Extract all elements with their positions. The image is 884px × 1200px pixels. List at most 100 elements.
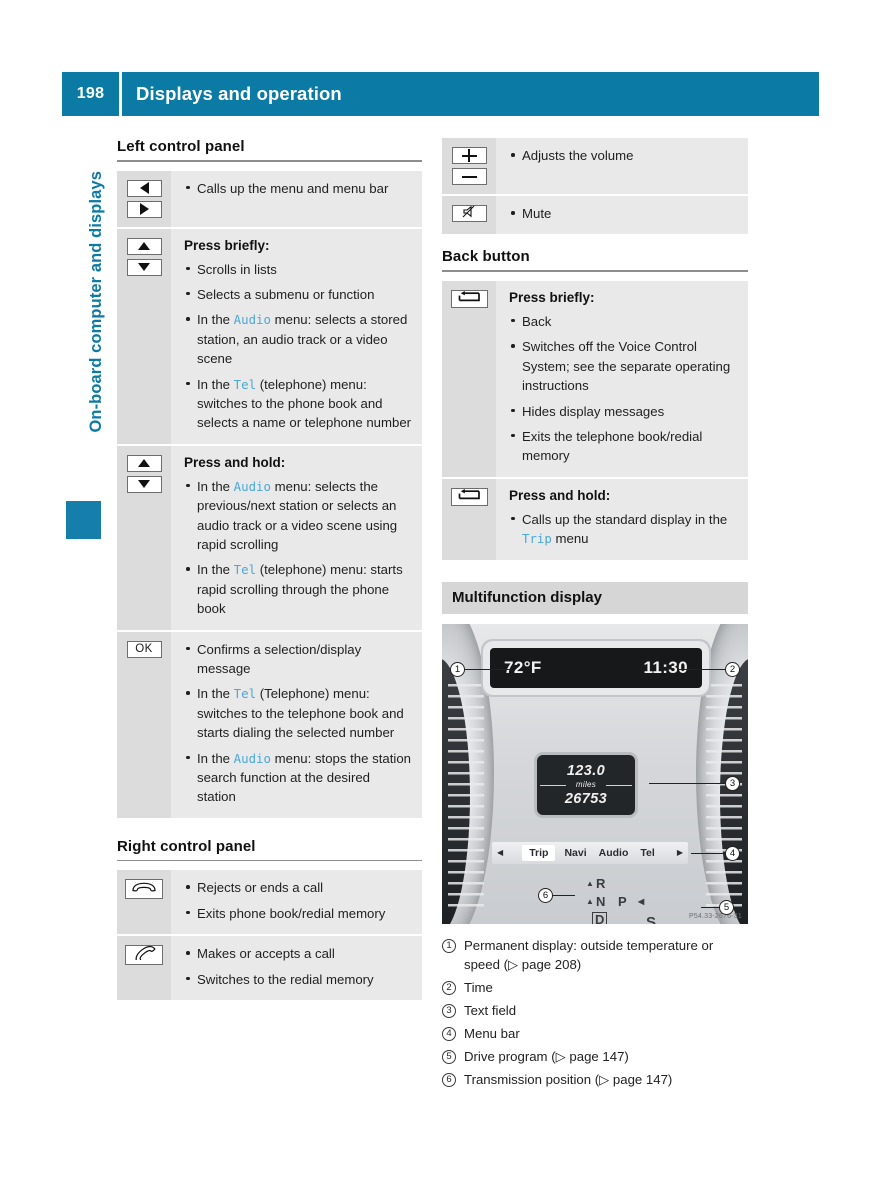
row-title: Press briefly: bbox=[184, 237, 270, 253]
callout-4-leader bbox=[691, 852, 725, 854]
section-rule bbox=[117, 859, 422, 862]
bullet-item: Exits phone book/redial memory bbox=[184, 904, 412, 923]
plus-icon bbox=[461, 149, 477, 162]
left-dial-ticks bbox=[448, 683, 484, 908]
description-cell: Rejects or ends a call Exits phone book/r… bbox=[171, 870, 422, 934]
bullet-item: Scrolls in lists bbox=[184, 260, 412, 279]
bullet-item: Exits the telephone book/redial memory bbox=[509, 427, 738, 466]
legend-text: Transmission position (▷ page 147) bbox=[464, 1072, 673, 1088]
description-cell: Press briefly: Back Switches off the Voice… bbox=[496, 281, 748, 477]
menu-name-token: Audio bbox=[233, 312, 271, 328]
page-header: 198 Displays and operation bbox=[62, 72, 819, 116]
right-column: Adjusts the volume Mute Back button Press… bbox=[442, 138, 748, 1094]
legend-item: 1 Permanent display: outside temperature … bbox=[442, 936, 748, 974]
spec-row: Calls up the menu and menu bar bbox=[117, 170, 422, 227]
legend-number: 1 bbox=[442, 938, 456, 953]
spec-row: Press briefly: Back Switches off the Voice… bbox=[442, 280, 748, 477]
key-arrow-left[interactable] bbox=[126, 179, 162, 197]
key-back[interactable] bbox=[450, 289, 488, 308]
spec-row: OK Confirms a selection/display message In… bbox=[117, 629, 422, 818]
key-end-call[interactable] bbox=[125, 879, 163, 900]
menu-bar-right-arrow-icon[interactable]: ▶ bbox=[677, 848, 683, 857]
back-arrow-icon bbox=[457, 290, 481, 308]
bullet-list: Back Switches off the Voice Control Syste… bbox=[509, 312, 738, 466]
legend-text: Time bbox=[464, 979, 493, 995]
key-back[interactable] bbox=[450, 487, 488, 506]
key-ok[interactable]: OK bbox=[126, 640, 162, 658]
triangle-right-icon bbox=[139, 203, 149, 215]
gear-caret-n-icon: ▲ bbox=[586, 896, 594, 906]
menu-name-token: Tel bbox=[233, 562, 257, 578]
key-volume-down[interactable] bbox=[451, 168, 487, 185]
key-arrow-up[interactable] bbox=[126, 237, 162, 255]
cluster-menu-item-trip[interactable]: Trip bbox=[522, 844, 556, 861]
key-cell: OK bbox=[117, 631, 171, 818]
volume-controls-table: Adjusts the volume Mute bbox=[442, 138, 748, 235]
cluster-menu-bar[interactable]: ◀ Trip Navi Audio Tel ▶ bbox=[492, 841, 688, 864]
legend-number: 3 bbox=[442, 1003, 456, 1018]
key-arrow-up[interactable] bbox=[126, 454, 162, 472]
permanent-display-bar: 72°F 11:30 bbox=[490, 647, 702, 688]
page-number: 198 bbox=[76, 85, 105, 102]
legend-item: 5 Drive program (▷ page 147) bbox=[442, 1047, 748, 1066]
page-title: Displays and operation bbox=[136, 83, 342, 104]
bullet-list: Mute bbox=[509, 204, 738, 223]
bullet-item: In the Audio menu: selects the previous/… bbox=[184, 477, 412, 555]
menu-name-token: Trip bbox=[522, 531, 552, 547]
menu-name-token: Tel bbox=[233, 376, 257, 392]
key-cell bbox=[117, 228, 171, 444]
description-cell: Press and hold: In the Audio menu: select… bbox=[171, 446, 422, 630]
description-cell: Press briefly: Scrolls in lists Selects a … bbox=[171, 229, 422, 444]
key-cell bbox=[117, 170, 171, 227]
bullet-list: Calls up the menu and menu bar bbox=[184, 179, 412, 198]
key-cell bbox=[117, 870, 171, 935]
spec-row: Press and hold: In the Audio menu: select… bbox=[117, 443, 422, 630]
spec-row: Rejects or ends a call Exits phone book/r… bbox=[117, 870, 422, 935]
key-volume-up[interactable] bbox=[451, 147, 487, 164]
key-arrow-right[interactable] bbox=[126, 200, 162, 218]
key-arrow-down[interactable] bbox=[126, 258, 162, 276]
phone-hangup-icon bbox=[131, 880, 157, 899]
trip-distance-value: 123.0 bbox=[566, 762, 606, 779]
section-heading: Right control panel bbox=[117, 837, 256, 855]
legend-text: Drive program (▷ page 147) bbox=[464, 1049, 629, 1065]
section-heading: Left control panel bbox=[117, 138, 245, 155]
key-cell bbox=[442, 196, 496, 235]
key-cell bbox=[442, 138, 496, 194]
cluster-menu-item-navi[interactable]: Navi bbox=[561, 847, 589, 859]
section-rule bbox=[442, 270, 748, 272]
callout-3-number: 3 bbox=[725, 775, 740, 791]
bullet-item: In the Tel (telephone) menu: starts rapi… bbox=[184, 560, 412, 618]
section-rule bbox=[117, 160, 422, 162]
bullet-text: Switches to the redial memory bbox=[197, 971, 374, 987]
cluster-menu-item-tel[interactable]: Tel bbox=[637, 847, 657, 859]
triangle-up-icon bbox=[138, 242, 150, 250]
menu-name-token: Tel bbox=[233, 686, 257, 702]
triangle-left-icon bbox=[139, 182, 149, 194]
key-accept-call[interactable] bbox=[125, 945, 163, 966]
callout-5-number: 5 bbox=[719, 899, 734, 915]
cluster-menu-item-audio[interactable]: Audio bbox=[596, 847, 632, 859]
drive-program-s: S bbox=[646, 913, 657, 924]
bullet-list: Calls up the standard display in the Tri… bbox=[509, 510, 738, 549]
bullet-text: Back bbox=[522, 313, 552, 329]
key-cell bbox=[442, 478, 496, 560]
legend-item: 4 Menu bar bbox=[442, 1024, 748, 1043]
description-cell: Press and hold: Calls up the standard dis… bbox=[496, 479, 748, 560]
menu-bar-left-arrow-icon[interactable]: ◀ bbox=[497, 848, 503, 857]
phone-pickup-icon bbox=[131, 945, 157, 965]
bullet-item: Selects a submenu or function bbox=[184, 285, 412, 304]
bullet-item: In the Audio menu: stops the station sea… bbox=[184, 749, 412, 807]
bullet-text: Exits phone book/redial memory bbox=[197, 905, 386, 921]
menu-name-token: Audio bbox=[233, 478, 271, 494]
legend-text: Permanent display: outside temperature o… bbox=[464, 937, 714, 972]
gear-p: P bbox=[618, 893, 627, 909]
bullet-item: Back bbox=[509, 312, 738, 331]
description-cell: Mute bbox=[496, 196, 748, 234]
key-mute[interactable] bbox=[451, 205, 487, 222]
callout-1-leader bbox=[465, 668, 511, 670]
bullet-list: In the Audio menu: selects the previous/… bbox=[184, 477, 412, 619]
key-arrow-down[interactable] bbox=[126, 475, 162, 493]
key-cell bbox=[117, 936, 171, 1000]
bullet-item: Mute bbox=[509, 204, 738, 223]
